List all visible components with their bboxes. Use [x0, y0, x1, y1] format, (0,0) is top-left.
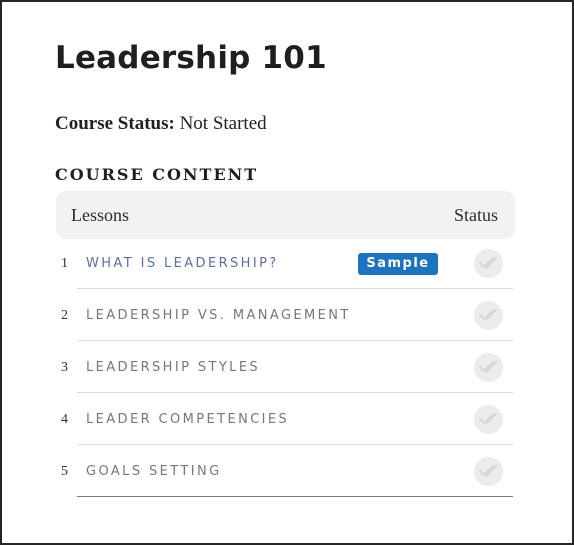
double-check-icon — [479, 465, 497, 476]
lesson-row[interactable]: 5 GOALS SETTING — [0, 445, 574, 497]
course-content-heading: COURSE CONTENT — [55, 165, 259, 184]
lesson-title-link[interactable]: LEADERSHIP STYLES — [86, 360, 260, 375]
lesson-list: 1 WHAT IS LEADERSHIP? Sample 2 LEADERSHIP VS… — [0, 237, 574, 497]
lesson-row[interactable]: 1 WHAT IS LEADERSHIP? Sample — [0, 237, 574, 289]
lesson-status-check-icon — [474, 457, 503, 486]
lesson-status-check-icon — [474, 353, 503, 382]
sample-badge[interactable]: Sample — [358, 253, 438, 275]
double-check-icon — [479, 361, 497, 372]
lessons-table-header: Lessons Status — [56, 191, 515, 239]
column-header-lessons: Lessons — [71, 205, 129, 225]
lesson-status-check-icon — [474, 301, 503, 330]
lesson-title-link[interactable]: LEADERSHIP VS. MANAGEMENT — [86, 308, 351, 323]
lesson-number: 1 — [61, 256, 68, 271]
lesson-title-link[interactable]: WHAT IS LEADERSHIP? — [86, 256, 279, 271]
course-status-value: Not Started — [179, 113, 267, 134]
row-divider — [77, 496, 513, 497]
lesson-row[interactable]: 3 LEADERSHIP STYLES — [0, 341, 574, 393]
column-header-status: Status — [453, 205, 498, 225]
lesson-title-link[interactable]: GOALS SETTING — [86, 464, 222, 479]
page-title: Leadership 101 — [55, 40, 327, 76]
course-status: Course Status: Not Started — [55, 113, 267, 135]
lesson-number: 5 — [61, 464, 68, 479]
lesson-row[interactable]: 2 LEADERSHIP VS. MANAGEMENT — [0, 289, 574, 341]
double-check-icon — [479, 257, 497, 268]
course-status-label: Course Status: — [55, 113, 175, 134]
lesson-status-check-icon — [474, 405, 503, 434]
lesson-number: 3 — [61, 360, 68, 375]
lesson-number: 4 — [61, 412, 68, 427]
double-check-icon — [479, 413, 497, 424]
lesson-number: 2 — [61, 308, 68, 323]
double-check-icon — [479, 309, 497, 320]
lesson-title-link[interactable]: LEADER COMPETENCIES — [86, 412, 289, 427]
lesson-status-check-icon — [474, 249, 503, 278]
lesson-row[interactable]: 4 LEADER COMPETENCIES — [0, 393, 574, 445]
